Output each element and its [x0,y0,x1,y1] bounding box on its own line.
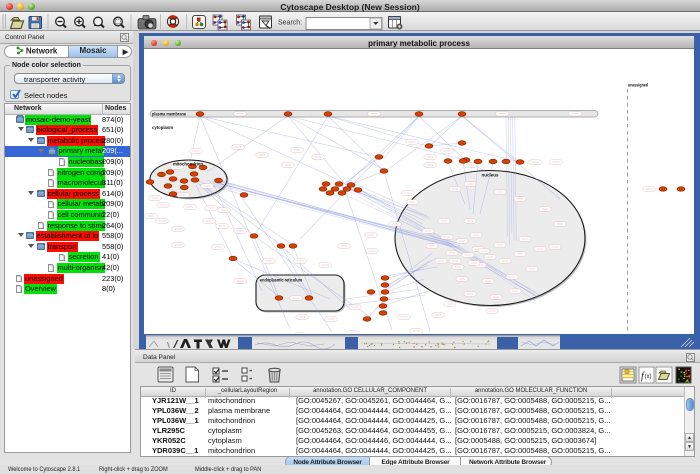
svg-text:unassigned: unassigned [628,82,648,88]
svg-text:(x): (x) [645,374,652,380]
svg-text:plasma membrane: plasma membrane [152,111,186,117]
svg-text:cytoplasm: cytoplasm [152,125,173,131]
svg-text:endoplasmic reticulum: endoplasmic reticulum [260,277,302,283]
svg-text:mitochondrion: mitochondrion [173,161,203,167]
svg-text:Search:: Search: [278,20,302,27]
svg-text:nucleus: nucleus [482,172,499,178]
